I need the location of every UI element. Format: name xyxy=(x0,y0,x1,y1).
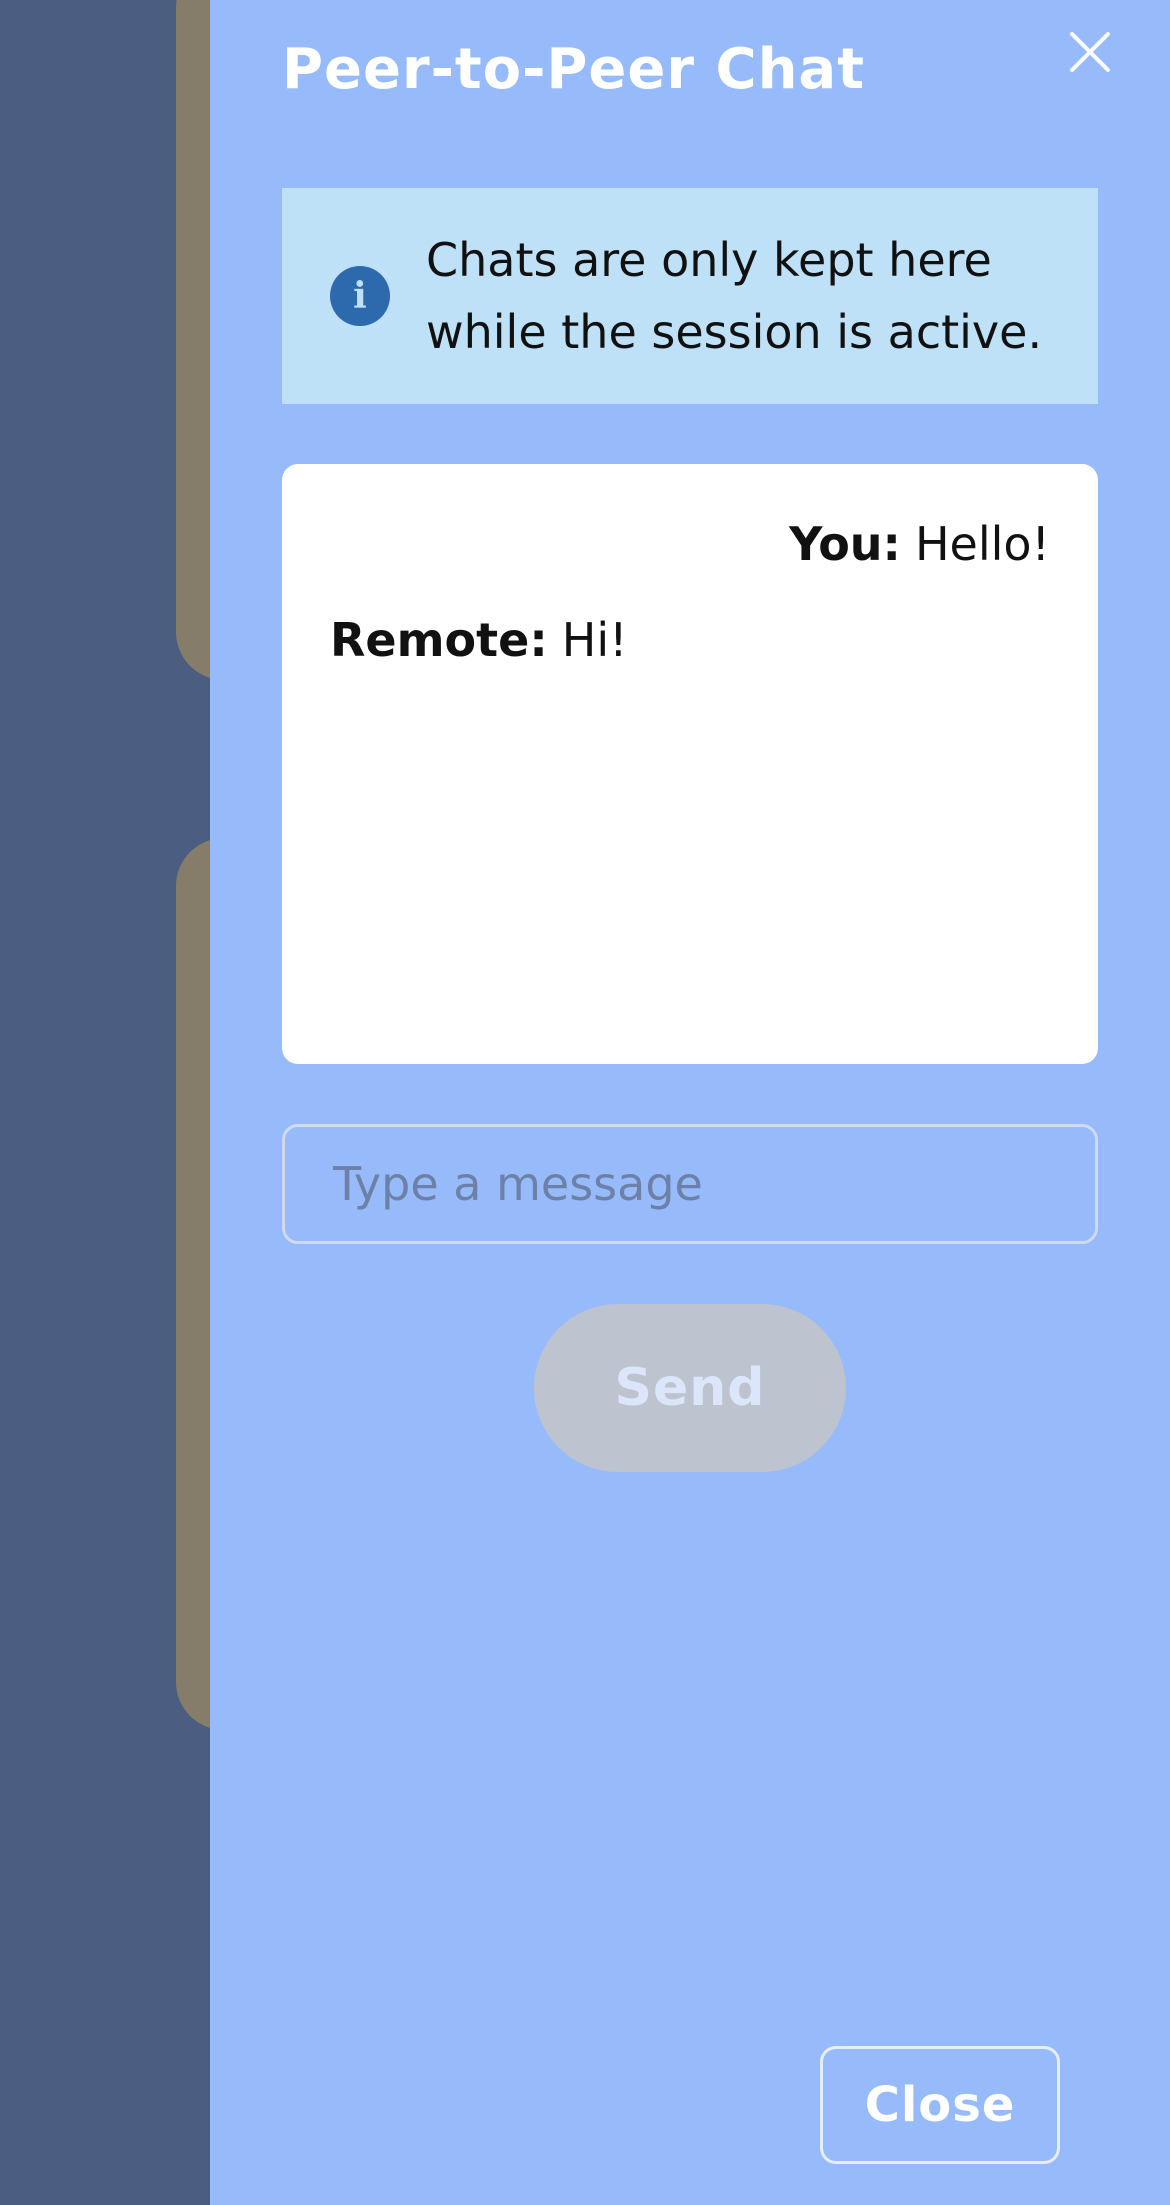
info-text: Chats are only kept here while the sessi… xyxy=(426,233,1043,359)
close-button[interactable]: Close xyxy=(820,2046,1060,2164)
message-text: Hi! xyxy=(561,613,628,667)
info-icon: i xyxy=(330,266,390,326)
chat-drawer: Peer-to-Peer Chat i Chats are only kept … xyxy=(210,0,1170,2205)
message-input[interactable] xyxy=(282,1124,1098,1244)
message-item-you: You: Hello! xyxy=(330,516,1050,572)
message-list: You: Hello! Remote: Hi! xyxy=(282,464,1098,1064)
info-alert: i Chats are only kept here while the ses… xyxy=(282,188,1098,404)
message-sender: You: xyxy=(789,517,901,571)
message-sender: Remote: xyxy=(330,613,548,667)
message-item-remote: Remote: Hi! xyxy=(330,612,1050,668)
close-drawer-button[interactable] xyxy=(1064,26,1116,78)
message-text: Hello! xyxy=(914,517,1050,571)
drawer-title: Peer-to-Peer Chat xyxy=(282,37,865,102)
close-x-icon xyxy=(1070,32,1110,72)
send-button[interactable]: Send xyxy=(534,1304,846,1472)
